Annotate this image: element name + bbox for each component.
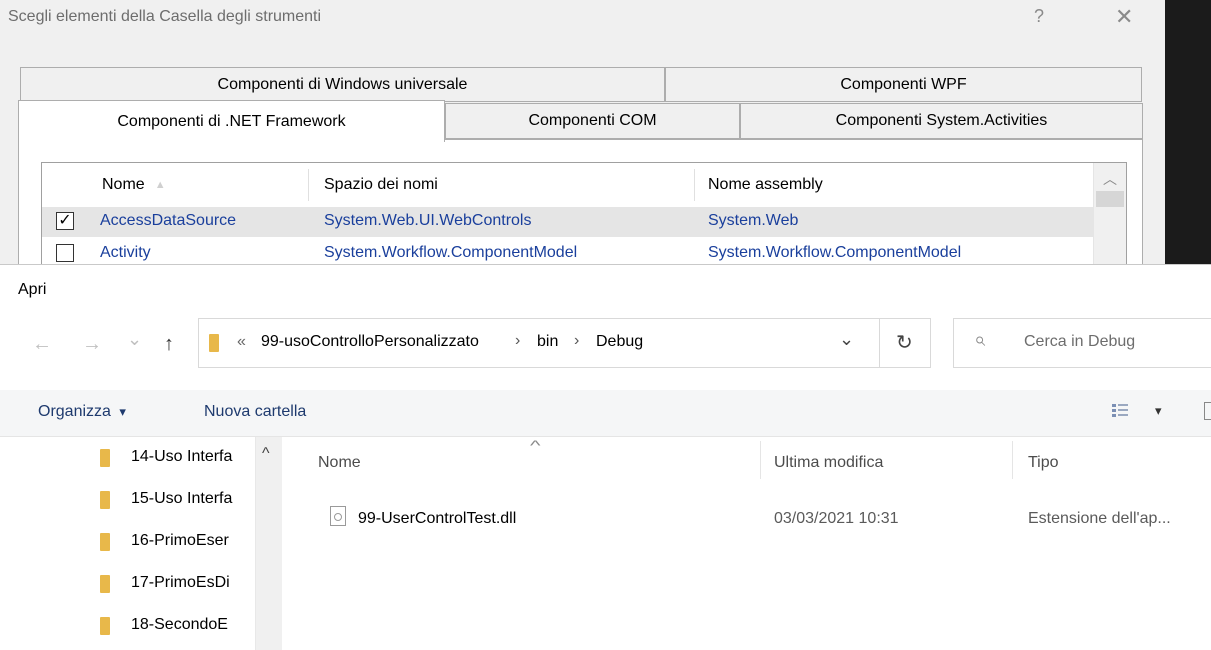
vertical-scrollbar[interactable]: ^ — [255, 437, 282, 650]
nav-item-label: 18-SecondoE — [131, 616, 228, 633]
chevron-down-icon[interactable]: ⌄ — [839, 329, 854, 350]
nav-item-label: 14-Uso Interfa — [131, 448, 233, 465]
table-row[interactable]: ✓ AccessDataSource System.Web.UI.WebCont… — [42, 207, 1094, 237]
search-input[interactable]: ⌕ Cerca in Debug — [953, 318, 1211, 368]
components-grid: Nome ▲ Spazio dei nomi Nome assembly ✓ A… — [41, 162, 1127, 272]
column-divider[interactable] — [308, 169, 309, 201]
tab-wpf-components[interactable]: Componenti WPF — [665, 67, 1142, 102]
row-name: AccessDataSource — [100, 212, 237, 229]
file-type: Estensione dell'ap... — [1028, 510, 1171, 527]
refresh-icon[interactable]: ↻ — [896, 330, 913, 355]
preview-pane-icon[interactable] — [1204, 402, 1211, 420]
row-namespace: System.Web.UI.WebControls — [324, 212, 532, 229]
dll-file-icon — [330, 506, 346, 526]
column-header-assembly[interactable]: Nome assembly — [708, 163, 823, 207]
row-namespace: System.Workflow.ComponentModel — [324, 244, 578, 261]
row-checkbox[interactable] — [56, 244, 74, 262]
help-button[interactable]: ? — [1034, 6, 1044, 27]
tab-system-activities-components[interactable]: Componenti System.Activities — [740, 103, 1143, 139]
tab-com-components[interactable]: Componenti COM — [445, 103, 740, 139]
folder-icon — [100, 617, 110, 635]
nav-item[interactable]: 18-SecondoE — [0, 605, 255, 647]
nav-item[interactable]: 17-PrimoEsDi — [0, 563, 255, 605]
forward-button[interactable]: → — [82, 333, 102, 356]
sort-ascending-icon: ^ — [530, 437, 541, 453]
nav-item-label: 16-PrimoEser — [131, 532, 229, 549]
folder-icon — [100, 533, 110, 551]
nav-item[interactable]: 14-Uso Interfa — [0, 437, 255, 479]
column-divider[interactable] — [1012, 441, 1013, 479]
search-placeholder: Cerca in Debug — [1024, 333, 1136, 350]
file-modified: 03/03/2021 10:31 — [774, 510, 899, 527]
new-folder-button[interactable]: Nuova cartella — [204, 403, 306, 421]
back-button[interactable]: ← — [32, 333, 52, 356]
nav-item[interactable]: 16-PrimoEser — [0, 521, 255, 563]
navigation-pane: 14-Uso Interfa 15-Uso Interfa 16-PrimoEs… — [0, 437, 282, 650]
dialog-title: Scegli elementi della Casella degli stru… — [8, 8, 322, 25]
file-row[interactable]: 99-UserControlTest.dll 03/03/2021 10:31 … — [310, 497, 1211, 541]
caret-down-icon: ▾ — [119, 404, 126, 419]
folder-icon — [209, 334, 219, 352]
nav-item[interactable]: 15-Uso Interfa — [0, 479, 255, 521]
open-file-dialog: Apri ← → ⌄ ↑ « 99-usoControlloPersonaliz… — [0, 264, 1211, 650]
toolbox-items-dialog: Scegli elementi della Casella degli stru… — [0, 0, 1165, 279]
command-bar: Organizza ▾ Nuova cartella ▾ — [0, 390, 1211, 436]
up-folder-button[interactable]: ↑ — [164, 333, 174, 356]
row-name: Activity — [100, 244, 151, 261]
breadcrumb-segment[interactable]: bin — [537, 333, 558, 351]
column-header-name[interactable]: Nome — [318, 454, 361, 472]
column-divider[interactable] — [694, 169, 695, 201]
search-icon: ⌕ — [974, 329, 986, 351]
scroll-up-icon[interactable]: ^ — [262, 445, 270, 463]
breadcrumb-segment[interactable]: Debug — [596, 333, 643, 351]
scrollbar-thumb[interactable] — [1096, 191, 1124, 207]
breadcrumb-segment[interactable]: 99-usoControlloPersonalizzato — [261, 333, 479, 351]
row-assembly: System.Web — [708, 212, 799, 229]
row-checkbox[interactable]: ✓ — [56, 212, 74, 230]
column-header-namespace[interactable]: Spazio dei nomi — [324, 163, 438, 207]
vertical-scrollbar[interactable]: ︿ — [1093, 163, 1126, 271]
divider — [879, 319, 880, 367]
close-button[interactable]: ✕ — [1115, 4, 1133, 30]
breadcrumb-separator-icon[interactable]: › — [574, 332, 579, 350]
column-divider[interactable] — [760, 441, 761, 479]
address-bar[interactable]: « 99-usoControlloPersonalizzato › bin › … — [198, 318, 931, 368]
file-name: 99-UserControlTest.dll — [358, 510, 517, 527]
column-header-modified[interactable]: Ultima modifica — [774, 454, 883, 472]
row-assembly: System.Workflow.ComponentModel — [708, 244, 962, 261]
view-dropdown-caret-icon[interactable]: ▾ — [1155, 403, 1162, 419]
nav-item-label: 15-Uso Interfa — [131, 490, 233, 507]
folder-icon — [100, 491, 110, 509]
column-header-type[interactable]: Tipo — [1028, 454, 1059, 472]
tab-net-framework-components[interactable]: Componenti di .NET Framework — [18, 100, 445, 142]
overflow-chevron-icon[interactable]: « — [237, 333, 246, 351]
organize-button[interactable]: Organizza ▾ — [38, 403, 126, 421]
folder-icon — [100, 449, 110, 467]
folder-icon — [100, 575, 110, 593]
scroll-up-icon[interactable]: ︿ — [1103, 169, 1117, 189]
breadcrumb-separator-icon[interactable]: › — [515, 332, 520, 350]
tab-uwp-components[interactable]: Componenti di Windows universale — [20, 67, 665, 102]
recent-locations-dropdown[interactable]: ⌄ — [127, 329, 142, 350]
sort-ascending-icon: ▲ — [154, 179, 166, 191]
column-header-name[interactable]: Nome ▲ — [102, 163, 166, 207]
view-options-icon[interactable] — [1112, 403, 1128, 419]
nav-item-label: 17-PrimoEsDi — [131, 574, 230, 591]
dialog-title: Apri — [18, 281, 47, 298]
